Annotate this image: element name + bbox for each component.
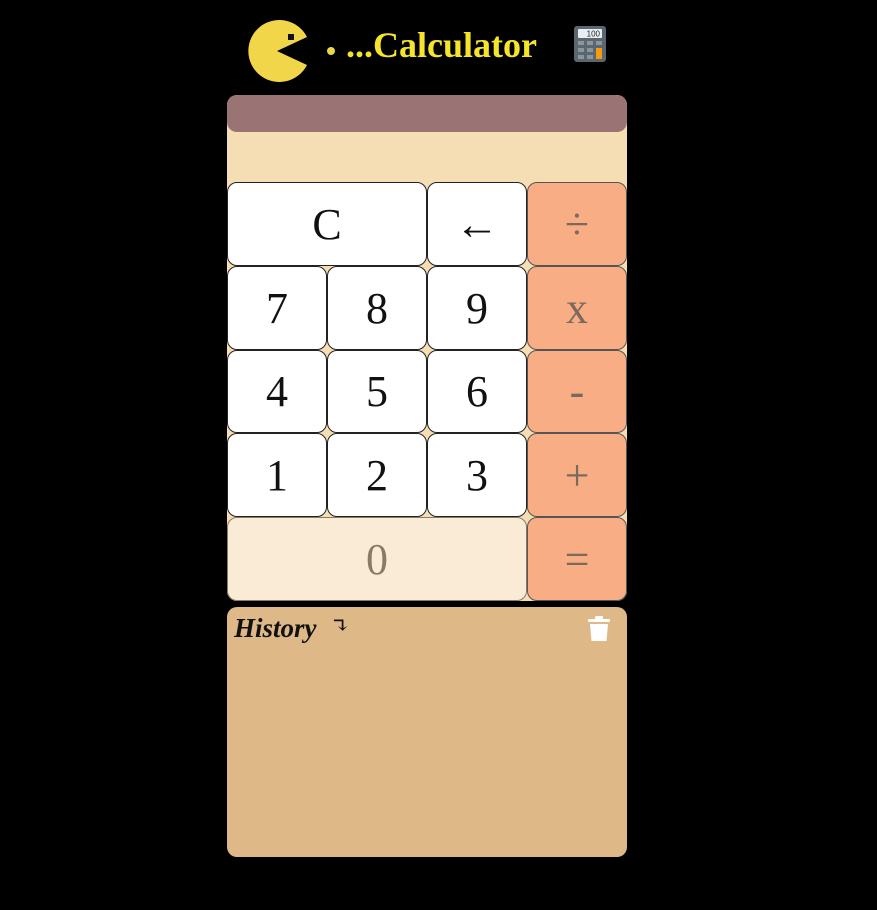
pacman-icon	[248, 20, 307, 82]
five-button[interactable]: 5	[327, 350, 427, 433]
history-arrow-icon: ↴	[331, 613, 350, 638]
eight-button[interactable]: 8	[327, 266, 427, 350]
calc-icon-readout: 100	[587, 30, 601, 39]
six-button[interactable]: 6	[427, 350, 527, 433]
display	[227, 132, 627, 182]
one-button[interactable]: 1	[227, 433, 327, 517]
title-dot	[327, 47, 335, 55]
trash-icon[interactable]	[587, 616, 611, 642]
app-header: ...Calculator 100	[0, 0, 877, 95]
nine-button[interactable]: 9	[427, 266, 527, 350]
clear-button[interactable]: C	[227, 182, 427, 266]
multiply-button[interactable]: x	[527, 266, 627, 350]
backspace-button[interactable]: ←	[427, 182, 527, 266]
two-button[interactable]: 2	[327, 433, 427, 517]
four-button[interactable]: 4	[227, 350, 327, 433]
display-bar	[227, 95, 627, 132]
seven-button[interactable]: 7	[227, 266, 327, 350]
history-panel: History ↴	[227, 607, 627, 857]
page-title: ...Calculator	[346, 25, 537, 65]
history-title: History	[234, 613, 317, 643]
divide-button[interactable]: ÷	[527, 182, 627, 266]
subtract-button[interactable]: -	[527, 350, 627, 433]
three-button[interactable]: 3	[427, 433, 527, 517]
calculator-panel: C ← ÷ 7 8 9 x 4 5 6 - 1 2 3 + 0 =	[227, 95, 627, 601]
equals-button[interactable]: =	[527, 517, 627, 601]
add-button[interactable]: +	[527, 433, 627, 517]
zero-button[interactable]: 0	[227, 517, 527, 601]
abacus-calculator-icon: 100	[574, 26, 606, 62]
